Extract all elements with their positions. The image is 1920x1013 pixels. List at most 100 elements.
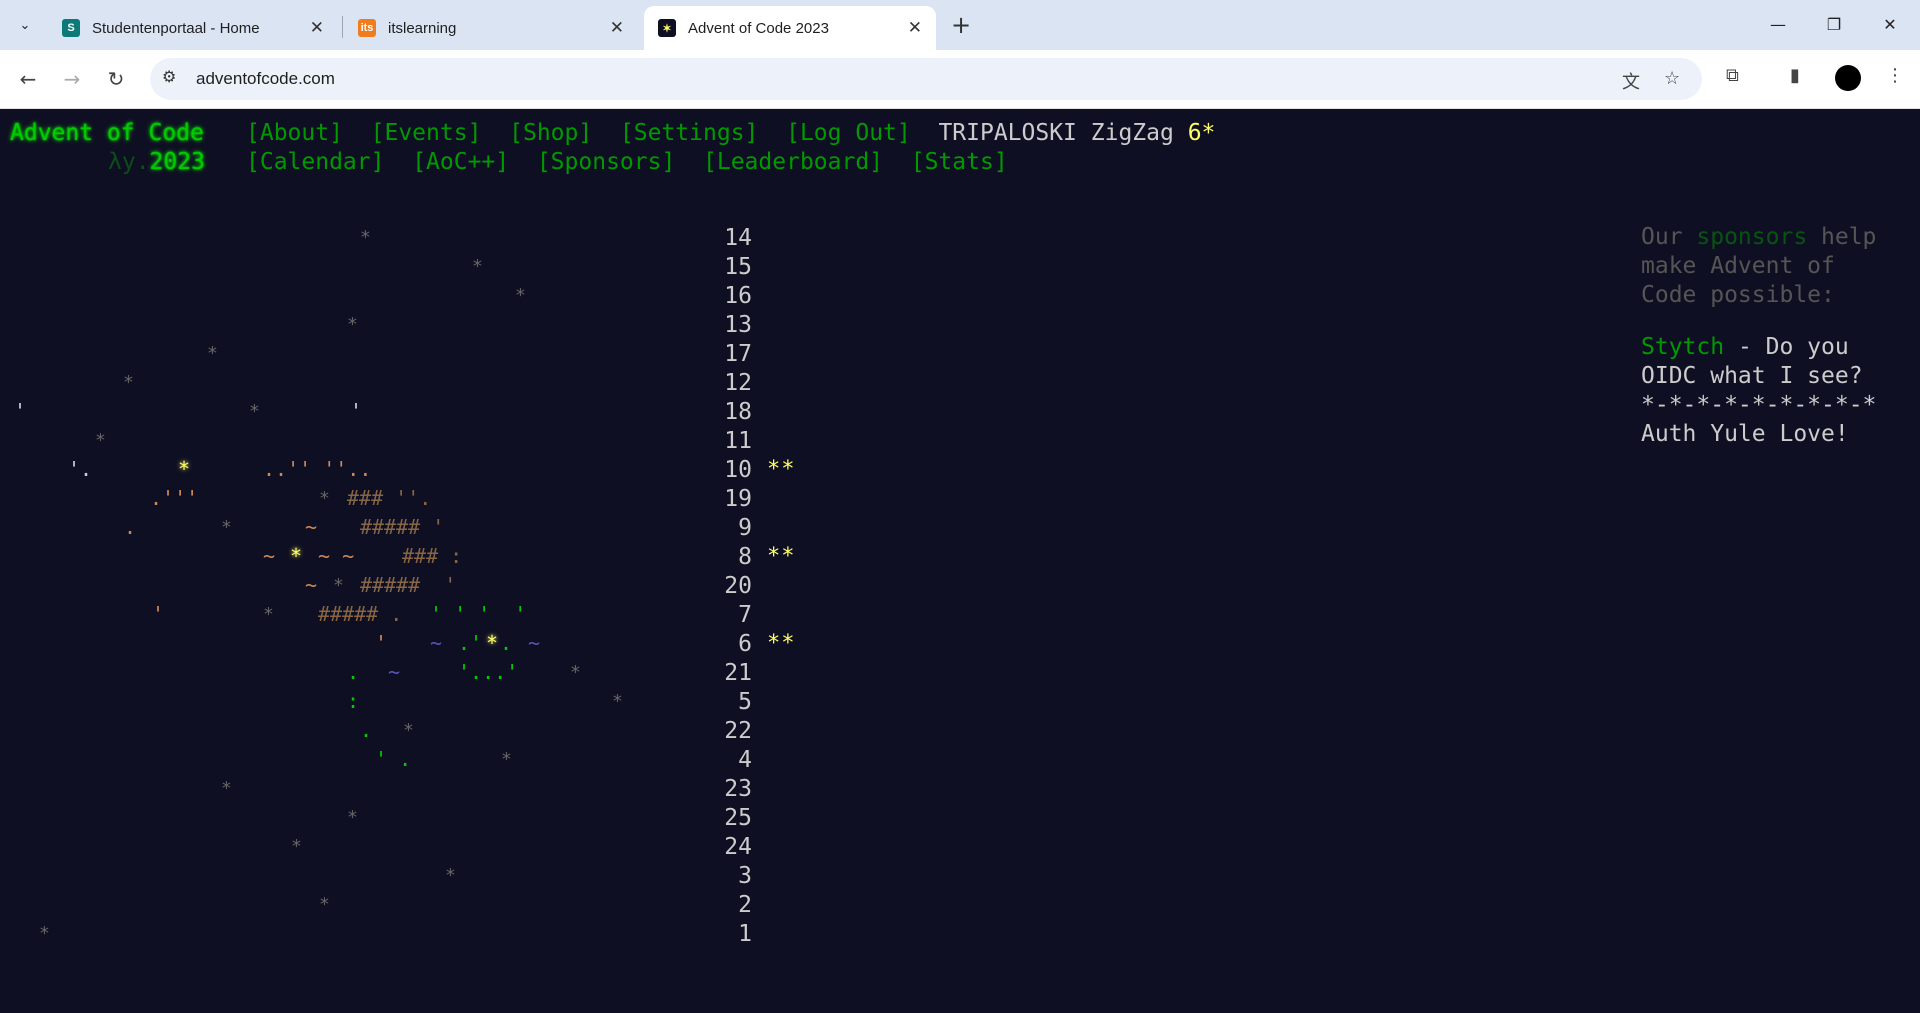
side-panel-icon[interactable]: ▮ [1790, 65, 1800, 86]
tab-search-chevron-icon[interactable]: ⌄ [10, 10, 40, 40]
day-20-link[interactable]: 20 [720, 573, 752, 599]
sky-star-icon: * [515, 285, 526, 306]
day-22-link[interactable]: 22 [720, 718, 752, 744]
day-14-link[interactable]: 14 [720, 225, 752, 251]
day-4-link[interactable]: 4 [720, 747, 752, 773]
intro-text: Our [1641, 224, 1697, 250]
art-glyph: ..'' ''.. [263, 457, 372, 481]
day-25-link[interactable]: 25 [720, 805, 752, 831]
minimize-icon[interactable]: — [1750, 0, 1806, 48]
tab-title: itslearning [388, 19, 457, 37]
tab-separator [342, 16, 343, 38]
day-11-link[interactable]: 11 [720, 428, 752, 454]
sponsor-text: - Do you [1724, 334, 1849, 360]
gold-star-icon: * [178, 457, 191, 481]
day-24-link[interactable]: 24 [720, 834, 752, 860]
art-glyph: . [500, 631, 513, 655]
bookmark-star-icon[interactable]: ☆ [1664, 68, 1680, 89]
art-glyph: ' [14, 399, 27, 423]
art-glyph: ' [152, 602, 165, 626]
day-5-link[interactable]: 5 [720, 689, 752, 715]
day-23-link[interactable]: 23 [720, 776, 752, 802]
art-glyph: ~ [430, 631, 443, 655]
sharepoint-icon: S [62, 19, 80, 37]
restore-icon[interactable]: ❐ [1806, 0, 1862, 48]
sponsor-text: *-*-*-*-*-*-*-*-* [1641, 392, 1877, 418]
day-1-link[interactable]: 1 [720, 921, 752, 947]
day-6-link[interactable]: 6 [720, 631, 752, 657]
close-window-icon[interactable]: ✕ [1862, 0, 1918, 48]
tab-itslearning[interactable]: its itslearning ✕ [344, 6, 638, 50]
sky-star-icon: * [360, 227, 371, 248]
translate-icon[interactable]: 文 [1622, 68, 1640, 94]
art-glyph: ' ' ' ' [430, 602, 527, 626]
art-glyph: .' [458, 631, 483, 655]
calendar-ascii-art: * * * * * * ' * ' * '. * ..'' ''.. .' ' ' … [0, 109, 800, 1013]
sky-star-icon: * [333, 575, 344, 596]
nav-log-out[interactable]: [Log Out] [786, 120, 911, 146]
sky-star-icon: * [221, 778, 232, 799]
art-glyph: ~ [305, 515, 318, 539]
itslearning-icon: its [358, 19, 376, 37]
sky-star-icon: * [95, 430, 106, 451]
reload-icon[interactable]: ↻ [100, 63, 132, 95]
art-glyph: ~ ~ [318, 544, 355, 568]
sky-star-icon: * [472, 256, 483, 277]
day-7-link[interactable]: 7 [720, 602, 752, 628]
day-10-link[interactable]: 10 [720, 457, 752, 483]
art-glyph: ~ [263, 544, 276, 568]
sponsor-stytch-link[interactable]: Stytch [1641, 334, 1724, 360]
art-glyph: ' . [375, 747, 412, 771]
sky-star-icon: * [501, 749, 512, 770]
day-16-link[interactable]: 16 [720, 283, 752, 309]
art-glyph: ##### . [318, 602, 403, 626]
forward-arrow-icon[interactable]: → [56, 63, 88, 95]
art-glyph: . [124, 515, 137, 539]
nav-stats[interactable]: [Stats] [911, 149, 1008, 175]
art-glyph: '. [68, 457, 93, 481]
sky-star-icon: * [347, 807, 358, 828]
profile-avatar[interactable] [1835, 65, 1861, 91]
day-6-stars: ** [767, 631, 796, 656]
close-tab-icon[interactable]: ✕ [908, 18, 922, 38]
day-17-link[interactable]: 17 [720, 341, 752, 367]
sponsor-intro: Our sponsors help make Advent of Code po… [1641, 223, 1901, 310]
menu-kebab-icon[interactable]: ⋮ [1886, 65, 1904, 86]
sky-star-icon: * [39, 923, 50, 944]
art-glyph: ### ''. [347, 486, 432, 510]
day-21-link[interactable]: 21 [720, 660, 752, 686]
day-8-link[interactable]: 8 [720, 544, 752, 570]
art-glyph: . [347, 660, 360, 684]
day-8-stars: ** [767, 544, 796, 569]
day-13-link[interactable]: 13 [720, 312, 752, 338]
new-tab-plus-icon[interactable]: + [946, 10, 976, 40]
day-19-link[interactable]: 19 [720, 486, 752, 512]
art-glyph: '...' [458, 660, 519, 684]
day-9-link[interactable]: 9 [720, 515, 752, 541]
sponsors-link[interactable]: sponsors [1696, 224, 1807, 250]
close-tab-icon[interactable]: ✕ [310, 18, 324, 38]
day-18-link[interactable]: 18 [720, 399, 752, 425]
aoc-star-icon: ✶ [658, 19, 676, 37]
art-glyph: ' [350, 399, 363, 423]
sky-star-icon: * [403, 720, 414, 741]
close-tab-icon[interactable]: ✕ [610, 18, 624, 38]
tab-studentenportaal[interactable]: S Studentenportaal - Home ✕ [48, 6, 338, 50]
sky-star-icon: * [221, 517, 232, 538]
total-stars: 6* [1187, 120, 1216, 146]
extensions-puzzle-icon[interactable]: ⧉ [1726, 65, 1739, 86]
address-bar[interactable]: ⚙ adventofcode.com 文 ☆ [150, 58, 1702, 100]
back-arrow-icon[interactable]: ← [12, 63, 44, 95]
art-glyph: ~ [528, 631, 541, 655]
day-2-link[interactable]: 2 [720, 892, 752, 918]
art-glyph: ~ [388, 660, 401, 684]
url-text[interactable]: adventofcode.com [196, 69, 335, 89]
art-glyph: ##### ' [360, 573, 457, 597]
sky-star-icon: * [347, 314, 358, 335]
day-3-link[interactable]: 3 [720, 863, 752, 889]
tab-advent-of-code[interactable]: ✶ Advent of Code 2023 ✕ [644, 6, 936, 50]
site-settings-icon[interactable]: ⚙ [162, 67, 176, 86]
day-12-link[interactable]: 12 [720, 370, 752, 396]
sky-star-icon: * [319, 894, 330, 915]
day-15-link[interactable]: 15 [720, 254, 752, 280]
